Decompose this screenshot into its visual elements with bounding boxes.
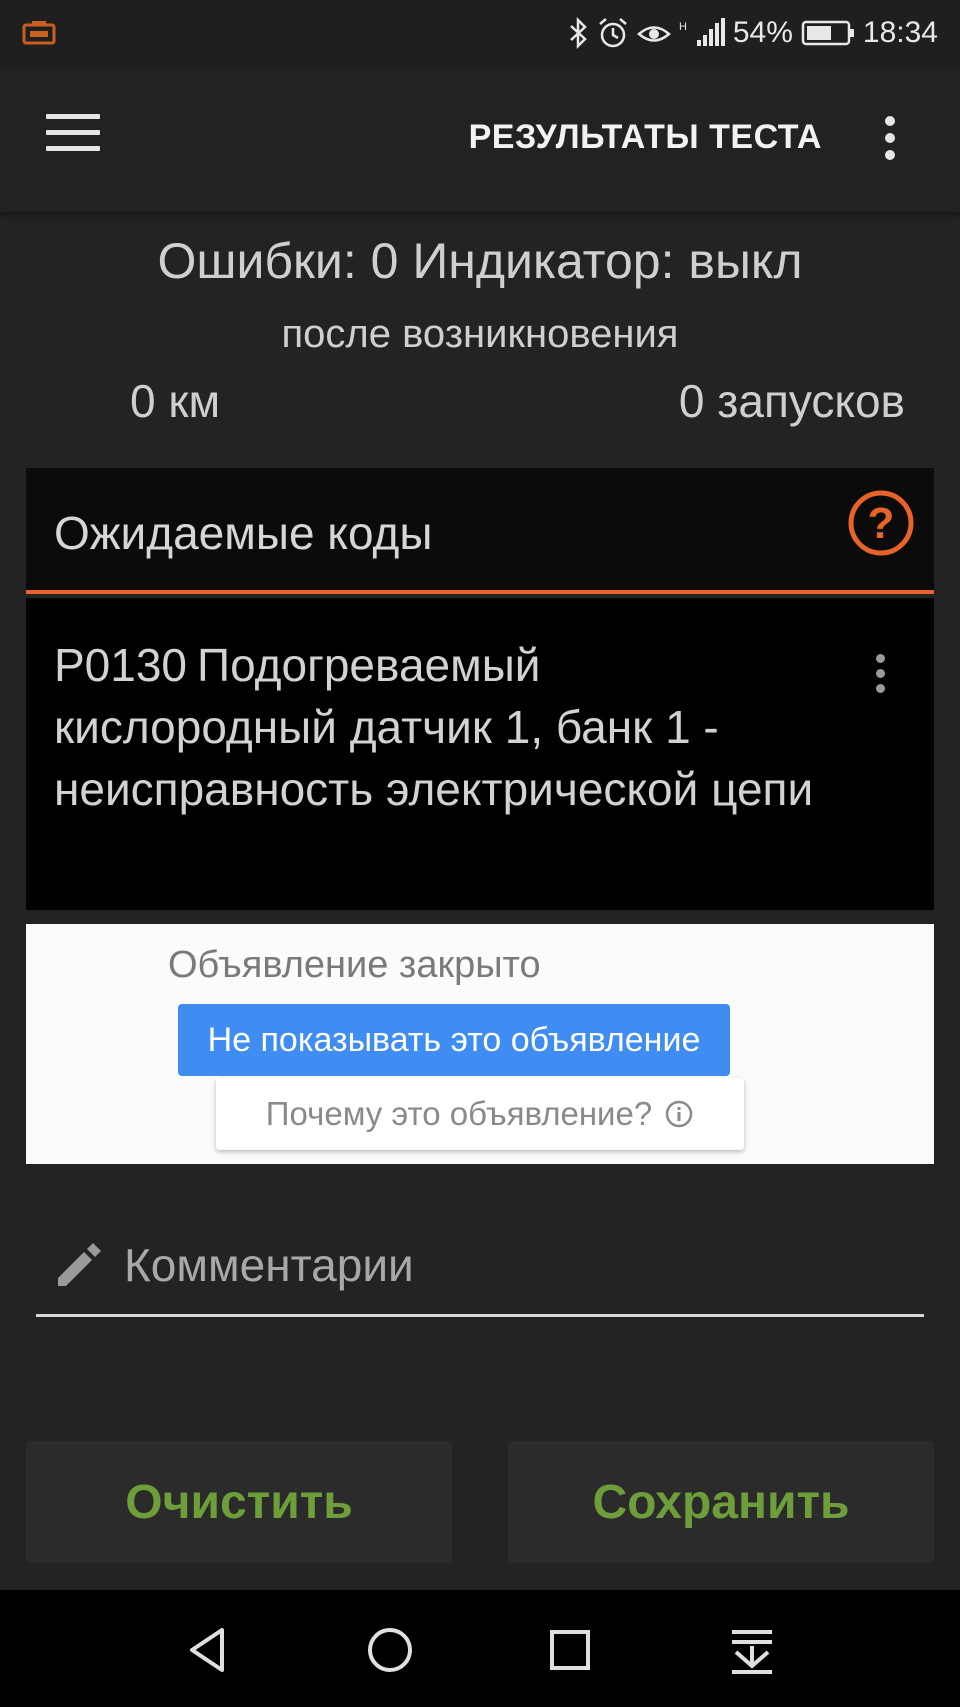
eye-comfort-icon xyxy=(636,26,671,42)
obd-app-notification-icon xyxy=(22,21,56,45)
screen: H 54% 18:34 РЕЗУЛЬТАТЫ ТЕСТА Ошибки: 0 И… xyxy=(0,0,960,1707)
distance-value: 0 км xyxy=(130,375,221,427)
notification-drawer-icon[interactable] xyxy=(722,1620,782,1680)
help-icon[interactable]: ? xyxy=(846,488,916,558)
svg-text:?: ? xyxy=(868,499,895,548)
starts-value: 0 запусков xyxy=(678,375,905,427)
bluetooth-icon xyxy=(570,17,587,49)
comments-placeholder: Комментарии xyxy=(124,1239,414,1291)
info-icon xyxy=(665,1100,693,1128)
alarm-icon xyxy=(599,18,627,48)
ad-closed-panel: Объявление закрыто Не показывать это объ… xyxy=(26,924,934,1164)
why-this-ad-button[interactable]: Почему это объявление? xyxy=(216,1078,744,1150)
pending-codes-header: Ожидаемые коды ? xyxy=(26,468,934,594)
app-bar: РЕЗУЛЬТАТЫ ТЕСТА xyxy=(0,66,960,212)
status-icons: H 54% 18:34 xyxy=(569,12,938,54)
why-this-ad-label: Почему это объявление? xyxy=(265,1095,653,1132)
page-title: РЕЗУЛЬТАТЫ ТЕСТА xyxy=(468,118,822,156)
recent-apps-icon[interactable] xyxy=(540,1620,600,1680)
status-bar: H 54% 18:34 xyxy=(0,0,960,66)
since-label: после возникновения xyxy=(281,312,679,356)
clear-button[interactable]: Очистить xyxy=(26,1441,452,1563)
hamburger-menu-icon[interactable] xyxy=(46,114,100,158)
battery-percent: 54% xyxy=(732,16,793,49)
overflow-menu-icon[interactable] xyxy=(870,116,910,164)
pencil-icon xyxy=(58,1243,101,1286)
ad-closed-label: Объявление закрыто xyxy=(168,944,541,986)
navigation-bar xyxy=(0,1590,960,1707)
comments-input[interactable]: Комментарии xyxy=(36,1232,924,1317)
dtc-code: P0130 xyxy=(54,639,188,691)
errors-indicator-summary: Ошибки: 0 Индикатор: выкл xyxy=(157,233,803,289)
save-button[interactable]: Сохранить xyxy=(508,1441,934,1563)
list-item[interactable]: P0130 Подогреваемый кислородный датчик 1,… xyxy=(26,598,934,910)
code-options-menu-icon[interactable] xyxy=(868,654,892,700)
clock: 18:34 xyxy=(862,16,938,49)
battery-icon xyxy=(801,20,854,46)
code-entry: P0130 Подогреваемый кислородный датчик 1,… xyxy=(54,634,814,820)
home-icon[interactable] xyxy=(360,1620,420,1680)
pending-codes-title: Ожидаемые коды xyxy=(54,507,433,559)
hide-ad-button[interactable]: Не показывать это объявление xyxy=(178,1004,730,1076)
back-icon[interactable] xyxy=(180,1620,240,1680)
svg-text:H: H xyxy=(679,21,687,33)
signal-icon: H xyxy=(679,18,725,46)
